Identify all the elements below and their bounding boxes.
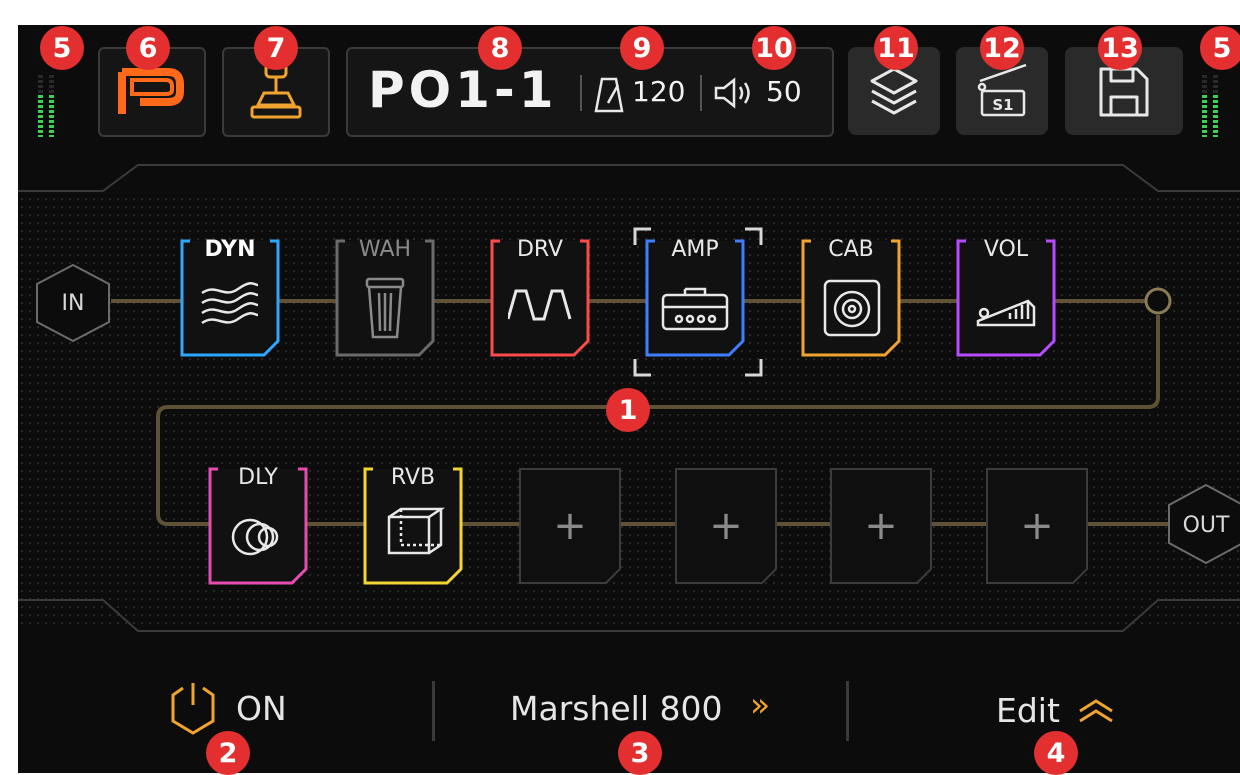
divider	[580, 75, 582, 111]
dynamics-wave-icon	[201, 282, 259, 325]
add-block-icon: +	[709, 503, 743, 549]
add-block-icon: +	[1020, 503, 1054, 549]
edit-label: Edit	[996, 691, 1060, 730]
block-rvb[interactable]: RVB	[363, 467, 463, 585]
divider	[700, 75, 702, 111]
block-label: DYN	[204, 237, 256, 262]
drive-square-wave-icon	[508, 289, 572, 321]
volume-value: 50	[766, 75, 802, 108]
block-label: VOL	[983, 237, 1029, 262]
block-vol[interactable]: VOL	[956, 239, 1056, 357]
block-wah[interactable]: WAH	[335, 239, 435, 357]
tempo-value: 120	[632, 75, 686, 108]
double-chevron-up-icon	[1079, 699, 1113, 723]
input-level-meter	[38, 75, 56, 137]
p-logo-icon	[118, 68, 184, 114]
divider	[432, 681, 435, 741]
block-label: DRV	[516, 237, 564, 262]
block-dyn[interactable]: DYN	[180, 239, 280, 357]
block-label: WAH	[358, 237, 412, 262]
output-level-meter	[1202, 75, 1220, 137]
svg-text:S1: S1	[992, 96, 1013, 114]
callout-badge-7: 7	[254, 26, 298, 70]
divider	[846, 681, 849, 741]
metronome-icon	[594, 77, 624, 113]
input-label: IN	[61, 291, 85, 316]
block-label: AMP	[671, 237, 719, 262]
power-state-label: ON	[236, 689, 287, 728]
preset-name: PO1-1	[368, 61, 558, 119]
block-drv[interactable]: DRV	[490, 239, 590, 357]
callout-badge-1: 1	[606, 388, 650, 432]
delay-circles-icon	[231, 518, 279, 556]
callout-badge-11: 11	[874, 26, 918, 70]
speaker-volume-icon	[714, 77, 750, 109]
reverb-cube-icon	[387, 507, 446, 555]
callout-badge-4: 4	[1034, 731, 1078, 775]
callout-badge-12: 12	[980, 26, 1024, 70]
model-name: Marshell 800	[510, 689, 723, 728]
callout-badge-5-left: 5	[40, 26, 84, 70]
cabinet-speaker-icon	[823, 279, 881, 337]
callout-badge-9: 9	[620, 26, 664, 70]
volume-pedal-icon	[976, 299, 1036, 327]
callout-badge-3: 3	[618, 731, 662, 775]
empty-slot-1[interactable]: +	[518, 467, 622, 585]
edit-button[interactable]: Edit	[996, 685, 1156, 735]
empty-slot-2[interactable]: +	[674, 467, 778, 585]
empty-slot-4[interactable]: +	[985, 467, 1089, 585]
callout-badge-13: 13	[1098, 26, 1142, 70]
callout-badge-6: 6	[126, 26, 170, 70]
block-label: RVB	[390, 465, 436, 490]
add-block-icon: +	[864, 503, 898, 549]
block-label: DLY	[238, 465, 278, 490]
layers-icon	[870, 67, 918, 115]
joystick-icon	[250, 61, 302, 119]
block-amp[interactable]: AMP	[633, 227, 763, 377]
bypass-toggle[interactable]: ON	[166, 681, 306, 737]
callout-badge-10: 10	[752, 26, 796, 70]
power-hex-icon	[171, 683, 215, 735]
chevron-right-icon: »	[750, 685, 771, 724]
callout-badge-8: 8	[478, 26, 522, 70]
callout-badge-2: 2	[206, 731, 250, 775]
callout-badge-5-right: 5	[1200, 26, 1240, 70]
amp-head-icon	[661, 287, 729, 331]
output-node[interactable]: OUT	[1166, 483, 1240, 565]
block-cab[interactable]: CAB	[801, 239, 901, 357]
model-selector[interactable]: Marshell 800 »	[498, 685, 818, 735]
empty-slot-3[interactable]: +	[829, 467, 933, 585]
wah-pedal-icon	[365, 277, 405, 339]
input-node[interactable]: IN	[34, 263, 112, 343]
block-label: CAB	[828, 237, 874, 262]
block-dly[interactable]: DLY	[208, 467, 308, 585]
save-floppy-icon	[1099, 67, 1149, 117]
output-label: OUT	[1182, 513, 1230, 538]
add-block-icon: +	[553, 503, 587, 549]
